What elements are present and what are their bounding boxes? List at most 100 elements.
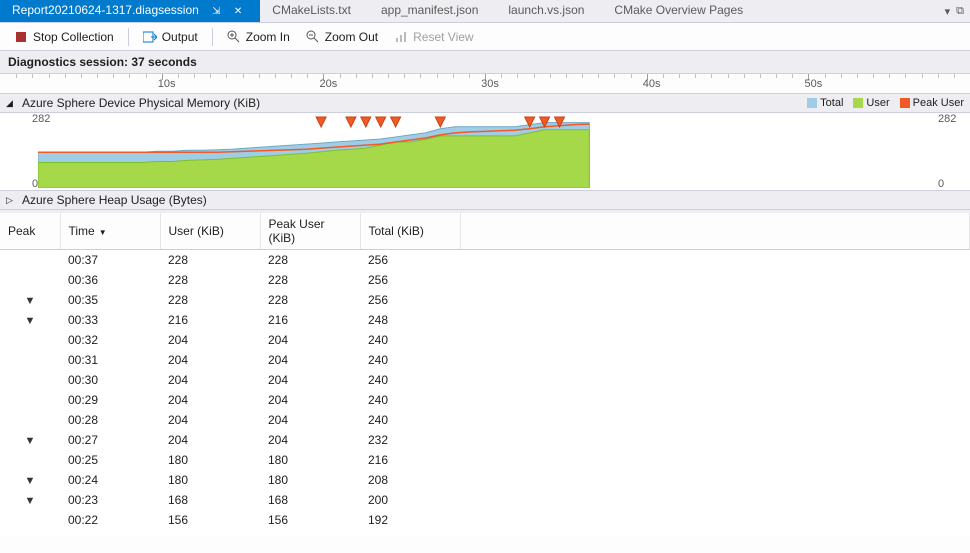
cell-peak-user: 228 [260, 290, 360, 310]
table-row[interactable]: 00:22156156192 [0, 510, 970, 530]
cell-user: 204 [160, 330, 260, 350]
panel-title: Azure Sphere Device Physical Memory (KiB… [22, 96, 260, 110]
cell-user: 204 [160, 390, 260, 410]
cell-peak [0, 410, 60, 430]
y-max-label: 282 [938, 113, 956, 125]
peak-flag-icon: ▼ [25, 495, 36, 507]
tab-overflow-icon[interactable]: ▾ [945, 5, 951, 18]
table-row[interactable]: 00:25180180216 [0, 450, 970, 470]
table-row[interactable]: ▼00:27204204232 [0, 430, 970, 450]
cell-user: 180 [160, 470, 260, 490]
table-row[interactable]: 00:36228228256 [0, 270, 970, 290]
zoom-in-icon [227, 30, 241, 44]
cell-time: 00:25 [60, 450, 160, 470]
cell-time: 00:32 [60, 330, 160, 350]
output-button[interactable]: Output [137, 28, 204, 46]
cell-peak-user: 204 [260, 370, 360, 390]
table-row[interactable]: 00:32204204240 [0, 330, 970, 350]
ruler-tick-label: 40s [637, 78, 667, 90]
pin-icon[interactable]: ⇲ [212, 6, 220, 17]
chart-legend: Total User Peak User [807, 97, 964, 109]
cell-peak-user: 228 [260, 250, 360, 271]
peak-flag-icon: ▼ [25, 435, 36, 447]
legend-swatch-user [853, 98, 863, 108]
heap-panel-header[interactable]: ▷ Azure Sphere Heap Usage (Bytes) [0, 191, 970, 210]
zoom-out-button[interactable]: Zoom Out [300, 28, 384, 46]
cell-peak [0, 250, 60, 271]
peak-flag-icon: ▼ [25, 315, 36, 327]
tab-label: Report20210624-1317.diagsession [12, 3, 199, 17]
legend-label: Total [820, 97, 843, 109]
promote-tab-icon[interactable]: ⧉ [956, 5, 964, 18]
zoom-in-button[interactable]: Zoom In [221, 28, 296, 46]
cell-time: 00:30 [60, 370, 160, 390]
table-row[interactable]: ▼00:23168168200 [0, 490, 970, 510]
cell-peak [0, 270, 60, 290]
cell-peak: ▼ [0, 470, 60, 490]
memory-chart-svg [38, 116, 932, 188]
stop-collection-button[interactable]: Stop Collection [8, 28, 120, 46]
memory-chart[interactable]: 282 0 282 0 [0, 113, 970, 191]
time-ruler[interactable]: 10s20s30s40s50s [0, 74, 970, 94]
button-label: Stop Collection [33, 30, 114, 44]
cell-peak-user: 168 [260, 490, 360, 510]
close-icon[interactable]: ✕ [234, 6, 242, 17]
cell-peak-user: 156 [260, 510, 360, 530]
diagnostics-toolbar: Stop Collection Output Zoom In Zoom Out … [0, 23, 970, 51]
tab-report-diagsession[interactable]: Report20210624-1317.diagsession ⇲ ✕ [0, 0, 260, 22]
tab-launch-vs-json[interactable]: launch.vs.json [496, 0, 602, 22]
tab-app-manifest[interactable]: app_manifest.json [369, 0, 496, 22]
cell-time: 00:36 [60, 270, 160, 290]
table-row[interactable]: ▼00:35228228256 [0, 290, 970, 310]
cell-total: 256 [360, 290, 460, 310]
cell-peak [0, 390, 60, 410]
cell-total: 192 [360, 510, 460, 530]
table-row[interactable]: 00:29204204240 [0, 390, 970, 410]
table-row[interactable]: 00:28204204240 [0, 410, 970, 430]
cell-peak: ▼ [0, 290, 60, 310]
table-row[interactable]: ▼00:24180180208 [0, 470, 970, 490]
collapse-icon: ◢ [6, 98, 16, 109]
cell-user: 204 [160, 350, 260, 370]
reset-view-button[interactable]: Reset View [388, 28, 479, 46]
cell-peak-user: 180 [260, 450, 360, 470]
cell-peak: ▼ [0, 430, 60, 450]
cell-total: 240 [360, 410, 460, 430]
table-row[interactable]: ▼00:33216216248 [0, 310, 970, 330]
cell-peak [0, 370, 60, 390]
output-icon [143, 30, 157, 44]
panel-title: Azure Sphere Heap Usage (Bytes) [22, 193, 207, 207]
col-header-peak[interactable]: Peak [0, 213, 60, 250]
y-min-label: 0 [938, 178, 944, 190]
table-row[interactable]: 00:31204204240 [0, 350, 970, 370]
cell-user: 168 [160, 490, 260, 510]
legend-swatch-peak [900, 98, 910, 108]
cell-time: 00:35 [60, 290, 160, 310]
cell-total: 240 [360, 350, 460, 370]
table-row[interactable]: 00:37228228256 [0, 250, 970, 271]
cell-total: 256 [360, 270, 460, 290]
tab-cmakelists[interactable]: CMakeLists.txt [260, 0, 369, 22]
peak-flag-icon: ▼ [25, 295, 36, 307]
table-row[interactable]: 00:30204204240 [0, 370, 970, 390]
col-header-total[interactable]: Total (KiB) [360, 213, 460, 250]
zoom-out-icon [306, 30, 320, 44]
cell-peak-user: 216 [260, 310, 360, 330]
col-header-peak-user[interactable]: Peak User (KiB) [260, 213, 360, 250]
session-header: Diagnostics session: 37 seconds [0, 51, 970, 74]
memory-panel-header[interactable]: ◢ Azure Sphere Device Physical Memory (K… [0, 94, 970, 113]
data-table-area[interactable]: Peak Time▼ User (KiB) Peak User (KiB) To… [0, 210, 970, 536]
col-header-time[interactable]: Time▼ [60, 213, 160, 250]
toolbar-separator [128, 28, 129, 46]
tab-cmake-overview[interactable]: CMake Overview Pages [602, 0, 761, 22]
cell-time: 00:24 [60, 470, 160, 490]
cell-peak-user: 204 [260, 350, 360, 370]
cell-peak: ▼ [0, 310, 60, 330]
ruler-tick-label: 10s [152, 78, 182, 90]
cell-user: 228 [160, 270, 260, 290]
col-header-user[interactable]: User (KiB) [160, 213, 260, 250]
cell-total: 248 [360, 310, 460, 330]
cell-peak-user: 228 [260, 270, 360, 290]
cell-peak-user: 180 [260, 470, 360, 490]
ruler-tick-label: 20s [313, 78, 343, 90]
